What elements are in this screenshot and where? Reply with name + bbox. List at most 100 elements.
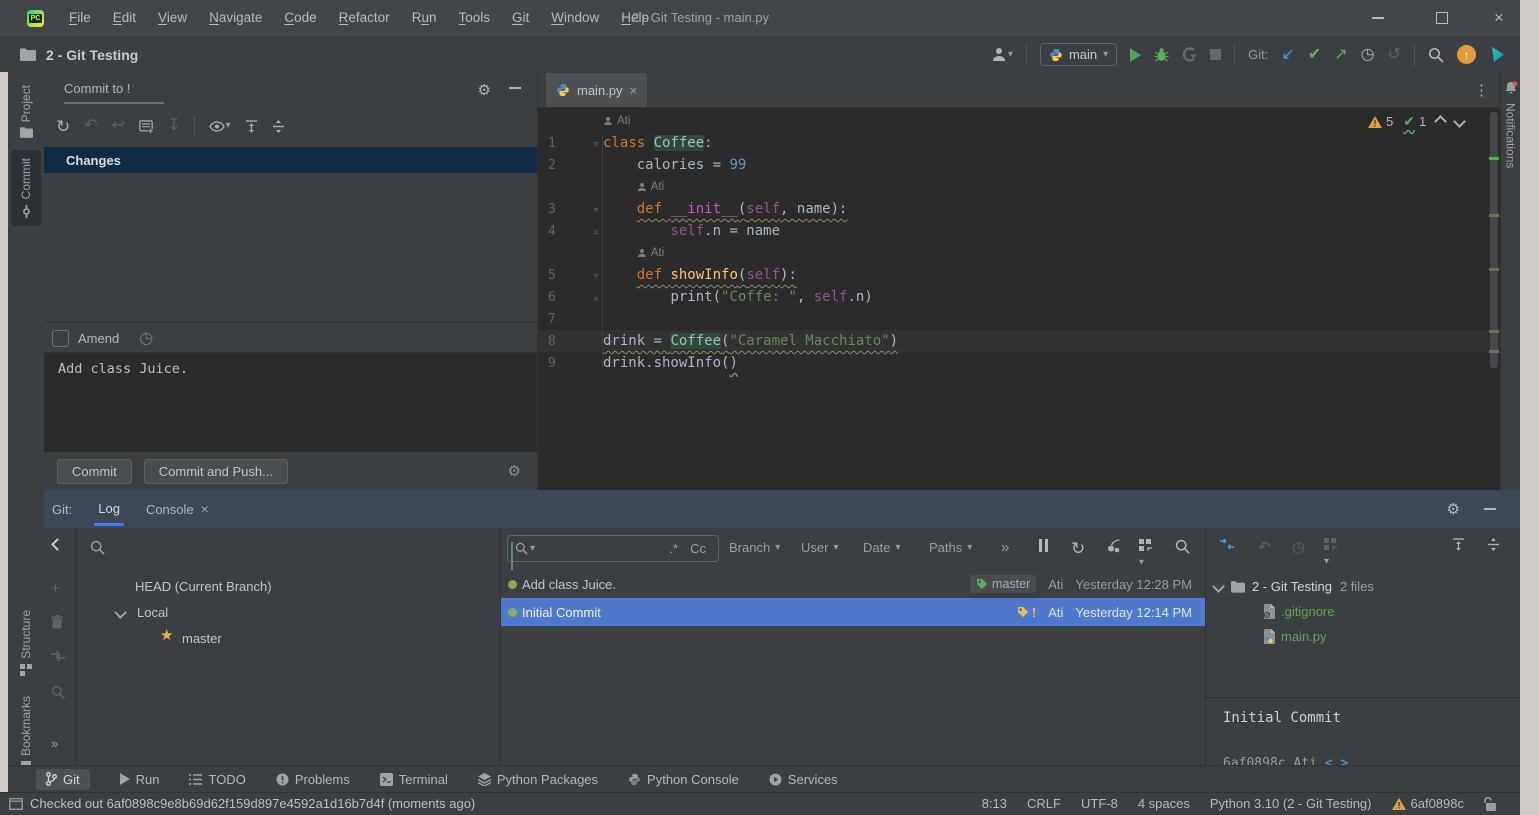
fold-marker-icon[interactable]: ▵ xyxy=(589,221,603,243)
stripe-commit-button[interactable]: Commit xyxy=(11,150,41,225)
commit-button[interactable]: Commit xyxy=(57,459,132,484)
commit-history-clock-icon[interactable]: ◷ xyxy=(139,328,153,348)
tab-close-icon[interactable]: × xyxy=(201,501,209,517)
rollback-icon[interactable]: ↺ xyxy=(1388,47,1401,63)
changelist-icon[interactable] xyxy=(139,120,153,133)
error-stripe-mark[interactable] xyxy=(1489,268,1499,271)
toolwindow-problems-button[interactable]: Problems xyxy=(276,772,350,787)
presentation-settings-icon[interactable]: ▾ xyxy=(1139,539,1152,569)
code-line[interactable]: 6▵ print("Coffe: ", self.n) xyxy=(538,286,1501,308)
author-email-link[interactable]: <…> xyxy=(1325,756,1348,765)
window-icon[interactable] xyxy=(9,798,23,810)
toolwindow-run-button[interactable]: Run xyxy=(120,772,160,787)
user-account-icon[interactable]: ▾ xyxy=(992,47,1013,62)
code-line[interactable]: 9drink.showInfo() xyxy=(538,352,1501,374)
gear-icon[interactable]: ⚙ xyxy=(478,81,491,99)
code-line[interactable]: 4▵ self.n = name xyxy=(538,220,1501,242)
next-problem-icon[interactable] xyxy=(1453,115,1466,128)
history-clock-icon[interactable]: ◷ xyxy=(1292,538,1305,556)
expand-all-icon[interactable] xyxy=(245,120,258,133)
stripe-project-button[interactable]: Project xyxy=(11,77,41,146)
search-icon[interactable] xyxy=(1175,539,1190,554)
code-line[interactable]: 7 xyxy=(538,308,1501,330)
author-inlay-hint[interactable]: Ati xyxy=(538,242,1501,264)
delete-trash-icon[interactable] xyxy=(51,615,63,629)
menu-item[interactable]: Git xyxy=(501,0,540,36)
log-search-field[interactable]: ▾ .* Cc xyxy=(507,535,719,562)
search-everywhere-icon[interactable] xyxy=(1428,47,1444,63)
toolwindow-todo-button[interactable]: TODO xyxy=(189,772,245,787)
fold-marker-icon[interactable]: ▿ xyxy=(589,133,603,155)
branch-node-master[interactable]: master xyxy=(182,626,222,651)
collapse-all-icon[interactable] xyxy=(1487,538,1500,551)
more-chevrons-icon[interactable]: » xyxy=(1001,539,1009,556)
match-case-toggle[interactable]: Cc xyxy=(690,541,706,556)
toolbar-project-name[interactable]: 2 - Git Testing xyxy=(46,47,138,63)
commit-row[interactable]: Initial Commit ! Ati Yesterday 12:14 PM xyxy=(501,598,1206,626)
error-stripe-mark-green[interactable] xyxy=(1489,157,1499,160)
indent-size[interactable]: 4 spaces xyxy=(1138,796,1190,811)
code-line[interactable]: 3▿ def __init__(self, name): xyxy=(538,198,1501,220)
amend-checkbox[interactable] xyxy=(52,330,69,347)
group-by-icon[interactable]: ▾ xyxy=(1324,538,1337,568)
git-update-icon[interactable]: ↙ xyxy=(1281,47,1294,63)
toolwindow-python-packages-button[interactable]: Python Packages xyxy=(478,772,598,787)
close-button[interactable]: × xyxy=(1477,0,1520,36)
menu-item[interactable]: File xyxy=(58,0,102,36)
fold-marker-icon[interactable]: ▿ xyxy=(589,199,603,221)
interpreter[interactable]: Python 3.10 (2 - Git Testing) xyxy=(1210,796,1372,811)
error-stripe-mark[interactable] xyxy=(1489,350,1499,353)
commit-and-push-button[interactable]: Commit and Push... xyxy=(144,459,288,484)
more-chevrons-icon[interactable]: » xyxy=(51,736,58,751)
menu-item[interactable]: Tools xyxy=(447,0,501,36)
menu-item[interactable]: View xyxy=(147,0,198,36)
code-line[interactable]: 2 calories = 99 xyxy=(538,154,1501,176)
filter-branch[interactable]: Branch▾ xyxy=(729,540,780,555)
unlock-icon[interactable] xyxy=(1484,797,1496,811)
status-message[interactable]: Checked out 6af0898c9e8b69d62f159d897e45… xyxy=(30,796,475,811)
toolwindow-git-button[interactable]: Git xyxy=(36,769,90,790)
debug-button[interactable] xyxy=(1154,47,1169,62)
file-row-gitignore[interactable]: .gitignore xyxy=(1263,599,1334,624)
stripe-notifications-label[interactable]: Notifications xyxy=(1504,103,1518,168)
commit-message-editor[interactable]: Add class Juice. xyxy=(44,352,537,453)
shelve-icon[interactable]: ↧ xyxy=(167,118,180,134)
file-encoding[interactable]: UTF-8 xyxy=(1081,796,1118,811)
minimize-button[interactable] xyxy=(1356,0,1400,36)
branch-ref-chip[interactable]: master xyxy=(970,575,1036,593)
chevron-down-icon[interactable] xyxy=(114,606,127,619)
warnings-indicator[interactable]: 5 xyxy=(1368,114,1393,129)
commit-row[interactable]: Add class Juice. master Ati Yesterday 12… xyxy=(501,570,1206,598)
tab-console[interactable]: Console× xyxy=(146,490,209,528)
cherry-pick-icon[interactable] xyxy=(1107,539,1121,553)
hide-tool-window-icon[interactable] xyxy=(1484,508,1496,510)
pause-icon[interactable] xyxy=(1039,539,1048,552)
filter-user[interactable]: User▾ xyxy=(801,540,838,555)
coverage-button[interactable] xyxy=(1182,47,1197,62)
toolwindow-terminal-button[interactable]: Terminal xyxy=(380,772,448,787)
menu-item[interactable]: Window xyxy=(540,0,610,36)
search-icon[interactable] xyxy=(51,685,65,699)
code-line[interactable]: 5▿ def showInfo(self): xyxy=(538,264,1501,286)
run-button[interactable] xyxy=(1130,48,1141,62)
tab-log[interactable]: Log xyxy=(98,490,120,528)
undo-icon[interactable]: ↶ xyxy=(84,118,97,134)
menu-item[interactable]: Edit xyxy=(102,0,147,36)
filter-paths[interactable]: Paths▾ xyxy=(929,540,972,555)
collapse-all-icon[interactable] xyxy=(272,120,285,133)
toolwindow-python-console-button[interactable]: Python Console xyxy=(628,772,739,787)
favorite-star-icon[interactable]: ★ xyxy=(160,626,173,644)
toolwindow-services-button[interactable]: Services xyxy=(769,772,838,787)
undo-icon[interactable]: ↶ xyxy=(1258,538,1271,556)
preview-diff-eye-icon[interactable]: ▾ xyxy=(209,121,230,132)
fold-marker-icon[interactable]: ▿ xyxy=(589,265,603,287)
code-line[interactable]: 1▿class Coffee: xyxy=(538,132,1501,154)
kebab-menu-icon[interactable]: ⋮ xyxy=(1474,81,1489,99)
notifications-bell-icon[interactable] xyxy=(1504,81,1518,95)
new-branch-plus-icon[interactable]: + xyxy=(51,580,60,597)
history-clock-icon[interactable]: ◷ xyxy=(1361,47,1375,63)
gear-icon[interactable]: ⚙ xyxy=(1447,500,1460,518)
pycharm-logo-icon[interactable]: PC xyxy=(27,10,44,27)
search-icon[interactable] xyxy=(90,540,105,555)
branch-node-local[interactable]: Local xyxy=(137,600,168,625)
